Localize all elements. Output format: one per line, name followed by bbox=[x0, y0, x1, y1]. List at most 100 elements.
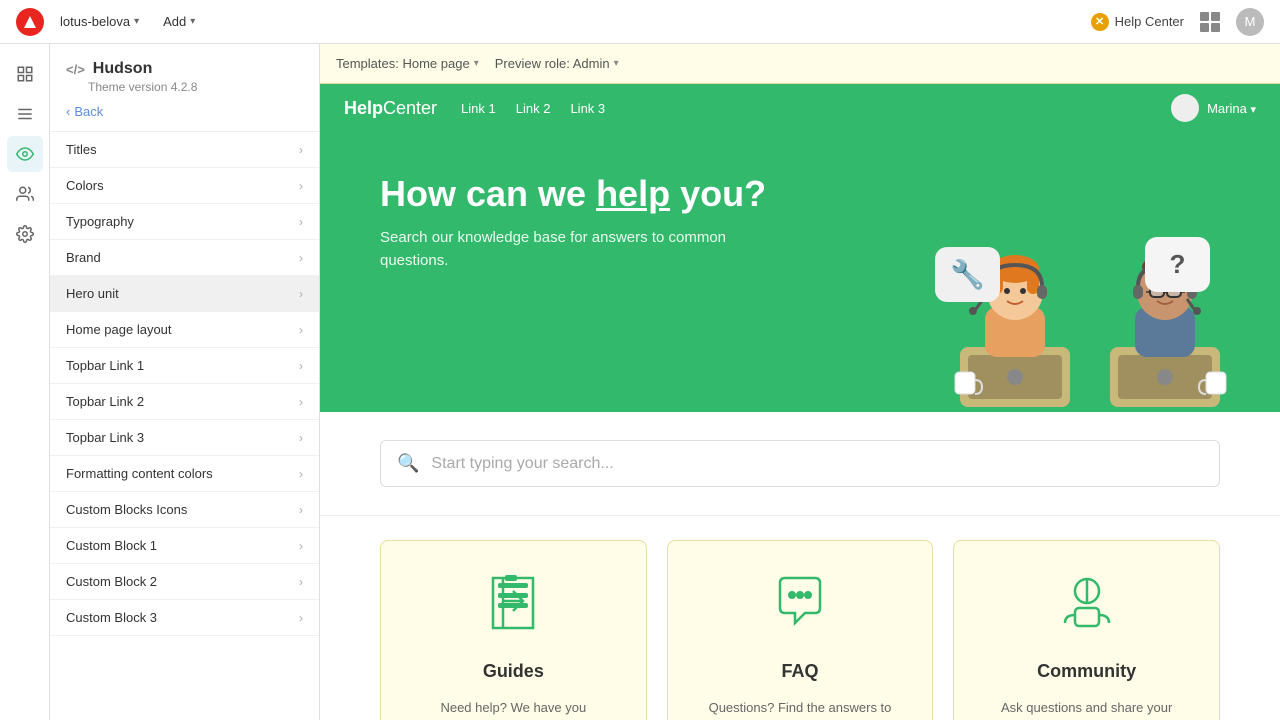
sidebar-item-chevron-icon: › bbox=[299, 611, 303, 625]
card-title-guides: Guides bbox=[483, 661, 544, 682]
brand-chevron-icon: ▾ bbox=[134, 16, 139, 27]
brand-name: lotus-belova bbox=[60, 14, 130, 29]
templates-label: Templates: Home page bbox=[336, 56, 470, 71]
user-avatar[interactable]: M bbox=[1236, 8, 1264, 36]
sidebar-header: </> Hudson Theme version 4.2.8 ‹ Back bbox=[50, 44, 319, 132]
help-icon: ✕ bbox=[1091, 13, 1109, 31]
hc-username: Marina ▾ bbox=[1207, 101, 1256, 116]
hc-user-avatar bbox=[1171, 94, 1199, 122]
sidebar-item-label: Typography bbox=[66, 214, 134, 229]
sidebar-item-label: Custom Block 1 bbox=[66, 538, 157, 553]
sidebar-item-topbar-link-3[interactable]: Topbar Link 3› bbox=[50, 420, 319, 456]
sidebar-item-chevron-icon: › bbox=[299, 251, 303, 265]
sidebar-item-custom-block-2[interactable]: Custom Block 2 › bbox=[50, 564, 319, 600]
card-title-community: Community bbox=[1037, 661, 1136, 682]
icon-bar-home[interactable] bbox=[7, 56, 43, 92]
sidebar-item-label: Topbar Link 1 bbox=[66, 358, 144, 373]
hc-logo: HelpCenter bbox=[344, 97, 437, 120]
sidebar-item-chevron-icon: › bbox=[299, 179, 303, 193]
sidebar-item-chevron-icon: › bbox=[299, 467, 303, 481]
add-label: Add bbox=[163, 14, 186, 29]
sidebar-item-formatting-content-colors[interactable]: Formatting content colors › bbox=[50, 456, 319, 492]
question-bubble: ? bbox=[1145, 237, 1210, 292]
brand-dropdown[interactable]: lotus-belova ▾ bbox=[60, 14, 139, 29]
sidebar-item-brand[interactable]: Brand › bbox=[50, 240, 319, 276]
preview-role-chevron-icon: ▾ bbox=[614, 58, 619, 69]
hc-nav: HelpCenter Link 1 Link 2 Link 3 Marina ▾ bbox=[320, 84, 1280, 132]
sidebar-item-label: Custom Block 2 bbox=[66, 574, 157, 589]
icon-bar-eye[interactable] bbox=[7, 136, 43, 172]
preview-content: HelpCenter Link 1 Link 2 Link 3 Marina ▾ bbox=[320, 84, 1280, 720]
sidebar-item-colors[interactable]: Colors› bbox=[50, 168, 319, 204]
wrench-bubble: 🔧 bbox=[935, 247, 1000, 302]
back-button[interactable]: ‹ Back bbox=[66, 104, 303, 119]
preview-role-dropdown[interactable]: Preview role: Admin ▾ bbox=[495, 56, 619, 71]
topbar: lotus-belova ▾ Add ▾ ✕ Help Center M bbox=[0, 0, 1280, 44]
code-icon: </> bbox=[66, 62, 85, 77]
icon-bar bbox=[0, 44, 50, 720]
preview-role-label: Preview role: Admin bbox=[495, 56, 610, 71]
sidebar-item-topbar-link-1[interactable]: Topbar Link 1 › bbox=[50, 348, 319, 384]
search-box[interactable]: 🔍 Start typing your search... bbox=[380, 440, 1220, 487]
back-label: Back bbox=[74, 104, 103, 119]
hero-title-prefix: How can we bbox=[380, 173, 596, 214]
card-desc-guides: Need help? We have you bbox=[440, 698, 586, 718]
card-icon-community bbox=[1057, 573, 1117, 645]
hero-title-suffix: you? bbox=[670, 173, 766, 214]
sidebar-item-chevron-icon: › bbox=[299, 287, 303, 301]
sidebar-item-custom-block-1[interactable]: Custom Block 1 › bbox=[50, 528, 319, 564]
sidebar-item-custom-blocks-icons[interactable]: Custom Blocks Icons › bbox=[50, 492, 319, 528]
sidebar-item-label: Custom Blocks Icons bbox=[66, 502, 187, 517]
help-center-button[interactable]: ✕ Help Center bbox=[1091, 13, 1184, 31]
icon-bar-users[interactable] bbox=[7, 176, 43, 212]
icon-bar-settings[interactable] bbox=[7, 216, 43, 252]
grid-icon[interactable] bbox=[1200, 12, 1220, 32]
card-guides: Guides Need help? We have you bbox=[380, 540, 647, 720]
sidebar-item-label: Hero unit bbox=[66, 286, 119, 301]
sidebar-item-chevron-icon: › bbox=[299, 575, 303, 589]
preview-bar: Templates: Home page ▾ Preview role: Adm… bbox=[320, 44, 1280, 84]
hero-section: How can we help you? Search our knowledg… bbox=[320, 132, 1280, 412]
sidebar-item-chevron-icon: › bbox=[299, 323, 303, 337]
cards-section: Guides Need help? We have you FAQ Questi… bbox=[320, 516, 1280, 720]
avatar-label: M bbox=[1245, 14, 1256, 29]
templates-dropdown[interactable]: Templates: Home page ▾ bbox=[336, 56, 479, 71]
sidebar-item-topbar-link-2[interactable]: Topbar Link 2› bbox=[50, 384, 319, 420]
hero-title: How can we help you? bbox=[380, 172, 780, 215]
app-logo bbox=[16, 8, 44, 36]
sidebar: </> Hudson Theme version 4.2.8 ‹ Back Ti… bbox=[50, 44, 320, 720]
sidebar-item-hero-unit[interactable]: Hero unit › bbox=[50, 276, 319, 312]
preview-frame: HelpCenter Link 1 Link 2 Link 3 Marina ▾ bbox=[320, 84, 1280, 720]
card-faq: FAQ Questions? Find the answers to bbox=[667, 540, 934, 720]
sidebar-item-label: Formatting content colors bbox=[66, 466, 213, 481]
sidebar-item-home-page-layout[interactable]: Home page layout› bbox=[50, 312, 319, 348]
add-button[interactable]: Add ▾ bbox=[155, 10, 203, 33]
hc-nav-links: Link 1 Link 2 Link 3 bbox=[461, 101, 1147, 116]
sidebar-item-titles[interactable]: Titles› bbox=[50, 132, 319, 168]
nav-link-2[interactable]: Link 2 bbox=[516, 101, 551, 116]
nav-link-1[interactable]: Link 1 bbox=[461, 101, 496, 116]
sidebar-item-chevron-icon: › bbox=[299, 359, 303, 373]
hero-illustration: 🔧 ? bbox=[950, 237, 1230, 412]
sidebar-item-label: Brand bbox=[66, 250, 101, 265]
sidebar-item-label: Topbar Link 2 bbox=[66, 394, 144, 409]
templates-chevron-icon: ▾ bbox=[474, 58, 479, 69]
theme-name: </> Hudson bbox=[66, 60, 303, 78]
content-area: Templates: Home page ▾ Preview role: Adm… bbox=[320, 44, 1280, 720]
sidebar-item-label: Custom Block 3 bbox=[66, 610, 157, 625]
nav-link-3[interactable]: Link 3 bbox=[570, 101, 605, 116]
topbar-right: ✕ Help Center M bbox=[1091, 8, 1264, 36]
hero-title-highlight: help bbox=[596, 173, 670, 214]
sidebar-item-chevron-icon: › bbox=[299, 539, 303, 553]
card-icon-guides bbox=[483, 573, 543, 645]
sidebar-item-custom-block-3[interactable]: Custom Block 3 › bbox=[50, 600, 319, 636]
sidebar-item-chevron-icon: › bbox=[299, 215, 303, 229]
search-section: 🔍 Start typing your search... bbox=[320, 412, 1280, 516]
sidebar-item-chevron-icon: › bbox=[299, 503, 303, 517]
card-icon-faq bbox=[770, 573, 830, 645]
add-chevron-icon: ▾ bbox=[190, 16, 195, 27]
sidebar-item-typography[interactable]: Typography › bbox=[50, 204, 319, 240]
main-layout: </> Hudson Theme version 4.2.8 ‹ Back Ti… bbox=[0, 44, 1280, 720]
sidebar-item-label: Titles bbox=[66, 142, 97, 157]
icon-bar-sections[interactable] bbox=[7, 96, 43, 132]
